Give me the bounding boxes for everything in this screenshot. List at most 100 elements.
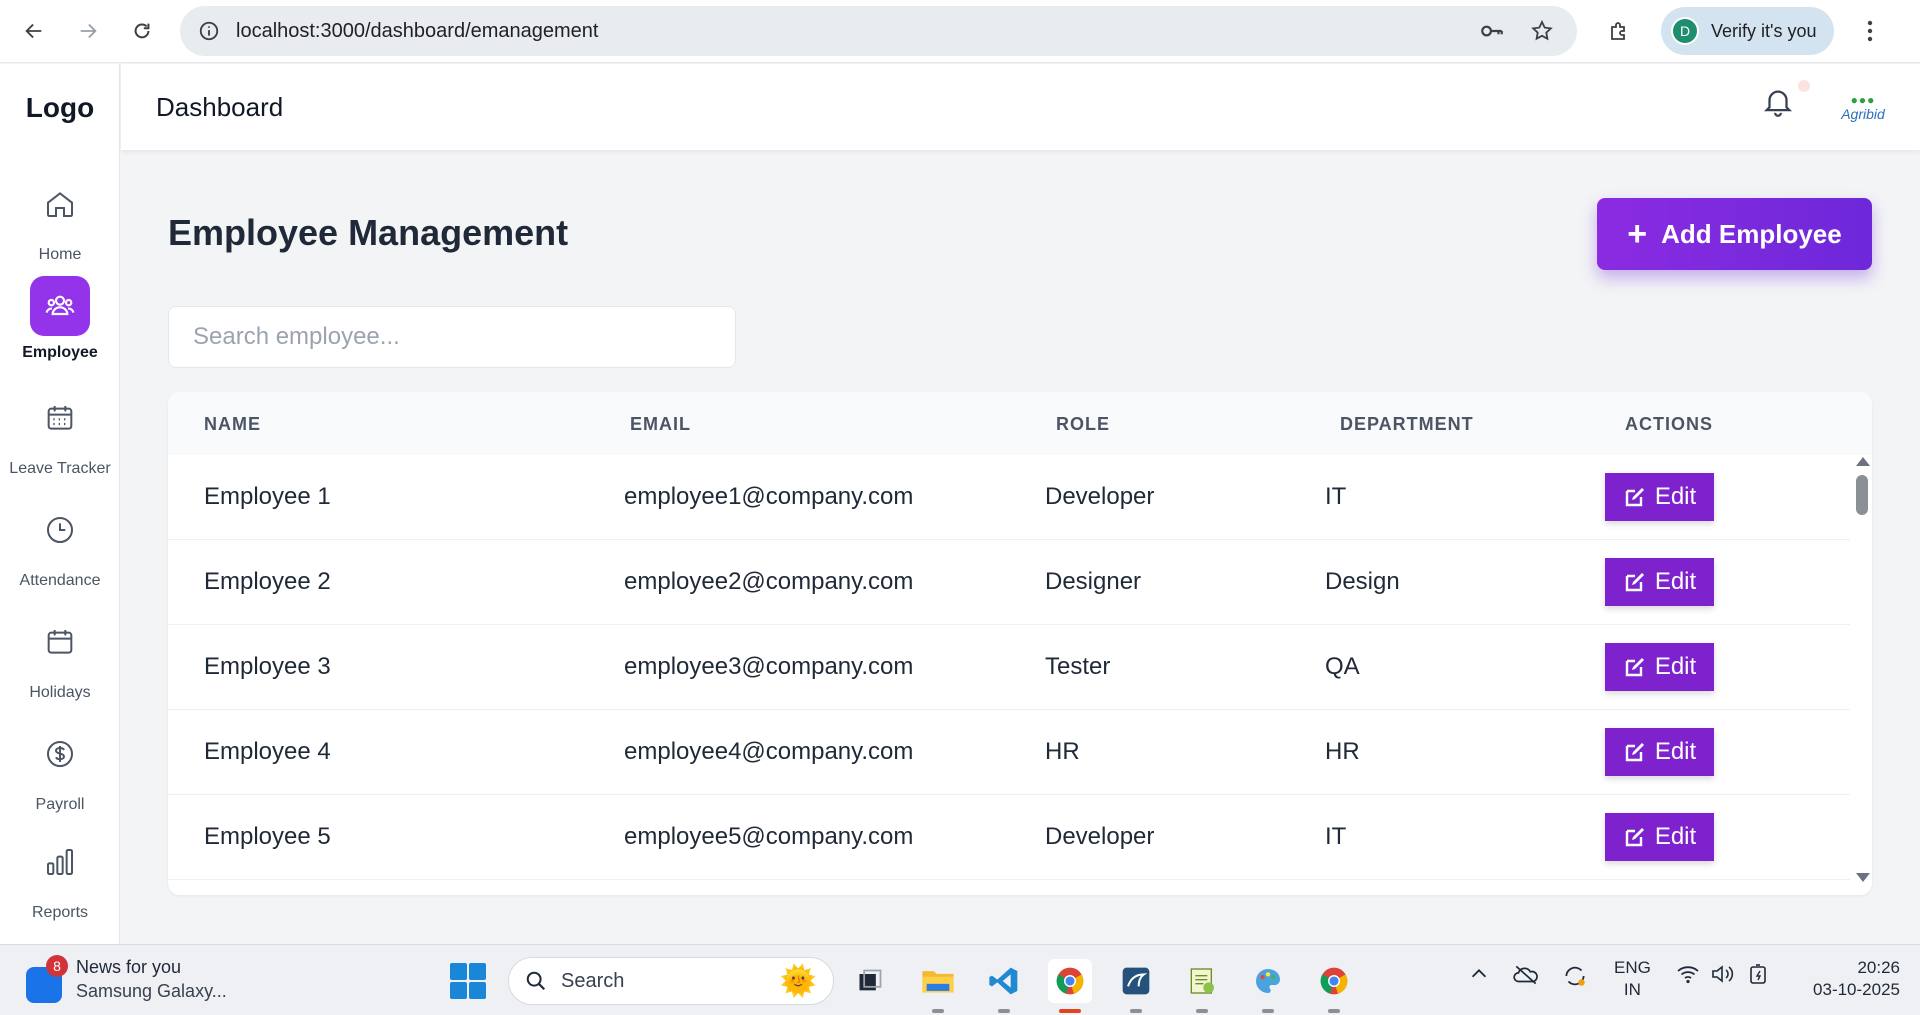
calendar-grid-icon <box>30 388 90 448</box>
news-widget[interactable]: 8 News for you Samsung Galaxy... <box>26 955 227 1003</box>
sidebar-item-home[interactable]: Home <box>0 174 120 264</box>
back-button[interactable] <box>14 11 54 51</box>
cell-department: IT <box>1325 823 1347 850</box>
chrome-icon[interactable] <box>1048 959 1092 1013</box>
sidebar-item-label: Holidays <box>29 684 91 701</box>
cell-department: HR <box>1325 738 1360 765</box>
edit-button[interactable]: Edit <box>1605 558 1714 606</box>
sidebar-item-payroll[interactable]: Payroll <box>0 724 120 814</box>
scroll-down-arrow-icon[interactable] <box>1856 873 1870 882</box>
language-code: ENG <box>1614 958 1651 977</box>
cell-role: Tester <box>1045 653 1111 680</box>
cell-email: employee3@company.com <box>624 653 914 680</box>
edit-label: Edit <box>1654 823 1697 850</box>
sun-smiley-icon: 🌞 <box>779 964 817 998</box>
browser-menu-button[interactable] <box>1852 11 1888 51</box>
forward-button[interactable] <box>68 11 108 51</box>
news-title: News for you <box>76 957 182 977</box>
add-employee-button[interactable]: + Add Employee <box>1597 198 1872 270</box>
browser-toolbar: localhost:3000/dashboard/emanagement D V… <box>0 0 1920 63</box>
url-text[interactable]: localhost:3000/dashboard/emanagement <box>236 20 1459 43</box>
cell-role: Developer <box>1045 483 1155 510</box>
page-title: Employee Management <box>168 212 569 253</box>
bar-chart-icon <box>30 832 90 892</box>
table-row: Employee 2 employee2@company.com Designe… <box>168 540 1850 625</box>
clock-date: 03-10-2025 <box>1813 980 1900 999</box>
sidebar-item-holidays[interactable]: Holidays <box>0 612 120 702</box>
puzzle-icon <box>1611 22 1625 40</box>
leaf-icon: ●●● <box>1850 93 1876 107</box>
edit-button[interactable]: Edit <box>1605 813 1714 861</box>
more-vertical-icon <box>1868 20 1873 42</box>
password-key-icon[interactable] <box>1475 14 1509 48</box>
calendar-icon <box>30 612 90 672</box>
search-input[interactable] <box>168 306 736 368</box>
system-clock[interactable]: 20:26 03-10-2025 <box>1796 957 1900 1001</box>
mysql-workbench-icon[interactable] <box>1114 959 1158 1013</box>
arrow-left-icon <box>25 23 42 39</box>
notepad-plus-icon[interactable] <box>1180 959 1224 1013</box>
task-view-icon[interactable] <box>848 959 892 1003</box>
scroll-up-arrow-icon[interactable] <box>1856 457 1870 466</box>
header-title: Dashboard <box>156 92 284 122</box>
file-explorer-icon[interactable] <box>916 959 960 1013</box>
table-row: Employee 1 employee1@company.com Develop… <box>168 455 1850 540</box>
column-header-department: DEPARTMENT <box>1340 414 1474 434</box>
cell-name: Employee 5 <box>204 823 331 850</box>
battery-icon[interactable] <box>1748 963 1774 991</box>
onedrive-icon[interactable] <box>1512 963 1540 993</box>
chevron-up-icon[interactable] <box>1468 963 1490 991</box>
table-scrollbar[interactable] <box>1850 455 1872 895</box>
wifi-icon[interactable] <box>1676 963 1700 991</box>
extensions-button[interactable] <box>1599 11 1639 51</box>
cell-name: Employee 1 <box>204 483 331 510</box>
edit-button[interactable]: Edit <box>1605 473 1714 521</box>
sidebar-item-attendance[interactable]: Attendance <box>0 500 120 590</box>
taskbar-search[interactable]: Search 🌞 <box>508 957 834 1005</box>
edit-label: Edit <box>1654 483 1697 510</box>
dollar-icon <box>30 724 90 784</box>
sync-icon[interactable] <box>1562 963 1588 995</box>
reload-button[interactable] <box>122 11 162 51</box>
language-indicator[interactable]: ENG IN <box>1614 957 1651 1001</box>
cell-email: employee2@company.com <box>624 568 914 595</box>
sidebar-item-leave-tracker[interactable]: Leave Tracker <box>0 388 120 478</box>
top-header: Dashboard ●●● Agribid <box>121 64 1920 150</box>
clock-time: 20:26 <box>1857 958 1900 977</box>
table-header: NAME EMAIL ROLE DEPARTMENT ACTIONS <box>168 392 1872 455</box>
windows-start-icon[interactable] <box>450 963 486 999</box>
vscode-icon[interactable] <box>982 959 1026 1013</box>
edit-label: Edit <box>1654 738 1697 765</box>
sidebar-item-label: Home <box>38 246 82 263</box>
volume-icon[interactable] <box>1710 963 1736 991</box>
notification-bell-icon[interactable] <box>1761 86 1801 126</box>
address-bar[interactable]: localhost:3000/dashboard/emanagement <box>180 6 1577 56</box>
edit-icon <box>1625 828 1644 847</box>
chrome-profile-icon[interactable] <box>1312 959 1356 1013</box>
news-badge: 8 <box>46 955 68 977</box>
windows-taskbar: 8 News for you Samsung Galaxy... Search … <box>0 944 1920 1015</box>
column-header-role: ROLE <box>1056 414 1111 434</box>
edit-button[interactable]: Edit <box>1605 728 1714 776</box>
cell-name: Employee 4 <box>204 738 331 765</box>
sidebar-item-employee[interactable]: Employee <box>0 276 120 362</box>
table-row: Employee 5 employee5@company.com Develop… <box>168 795 1850 880</box>
table-row: Employee 3 employee3@company.com Tester … <box>168 625 1850 710</box>
scroll-thumb[interactable] <box>1856 475 1868 515</box>
sidebar-item-reports[interactable]: Reports <box>0 832 120 922</box>
table-row: Employee 4 employee4@company.com HR HR E… <box>168 710 1850 795</box>
user-avatar[interactable]: ●●● Agribid <box>1836 81 1890 135</box>
paint-icon[interactable] <box>1246 959 1290 1013</box>
verify-profile-button[interactable]: D Verify it's you <box>1661 7 1835 55</box>
sidebar-item-label: Reports <box>31 904 89 921</box>
edit-icon <box>1625 488 1644 507</box>
info-icon[interactable] <box>198 20 220 42</box>
edit-button[interactable]: Edit <box>1605 643 1714 691</box>
sidebar: Logo Home Employee Leave Tracker Attenda… <box>0 64 120 944</box>
edit-icon <box>1625 743 1644 762</box>
cell-department: IT <box>1325 483 1347 510</box>
reload-icon <box>134 23 150 39</box>
cell-role: Developer <box>1045 823 1155 850</box>
bookmark-star-icon[interactable] <box>1525 14 1559 48</box>
logo[interactable]: Logo <box>0 92 120 124</box>
